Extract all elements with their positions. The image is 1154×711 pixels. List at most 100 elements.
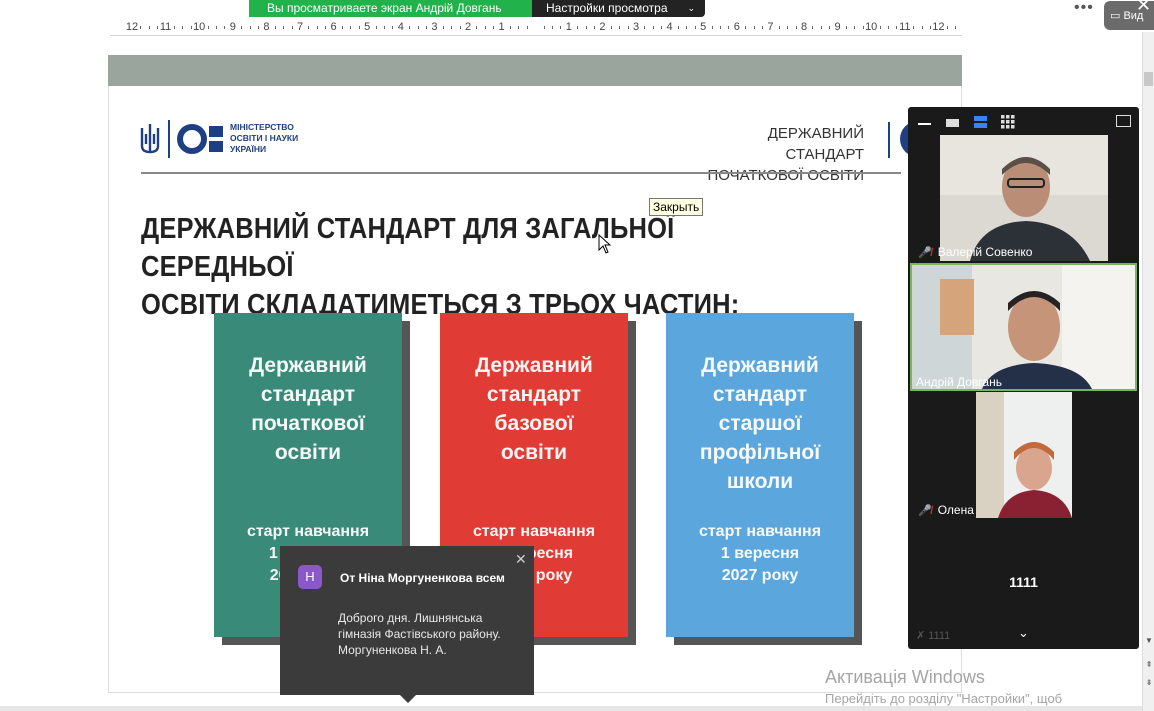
- ruler-tick: [426, 26, 427, 29]
- scroll-thumb[interactable]: [1144, 72, 1153, 86]
- ruler-tick: [594, 26, 595, 29]
- ruler-tick: [409, 26, 411, 29]
- card-title-line: стандарт: [260, 383, 356, 406]
- minimize-icon[interactable]: [918, 123, 931, 125]
- ruler-tick: [795, 26, 797, 29]
- card-title-line: освіти: [500, 441, 568, 464]
- standard-card-senior: Державний стандарт старшої профільної шк…: [666, 313, 862, 645]
- ruler-label: 11: [159, 21, 172, 33]
- ruler-label: 5: [364, 21, 371, 33]
- participant-name: Валерій Совенко: [937, 245, 1033, 259]
- ruler-tick: [392, 26, 394, 29]
- card-title-line: стандарт: [486, 383, 582, 406]
- ruler-tick: [955, 26, 957, 29]
- ruler-tick: [283, 26, 285, 29]
- ruler-tick: [711, 26, 713, 29]
- ruler-label: 2: [599, 21, 606, 33]
- card-title-line: Державний: [475, 354, 593, 377]
- ruler-label: 4: [397, 21, 404, 33]
- vertical-scrollbar[interactable]: ▼ ⇞ ⇟: [1142, 32, 1154, 711]
- view-settings-button[interactable]: Настройки просмотра ⌄: [532, 0, 705, 17]
- ruler-tick: [493, 26, 495, 29]
- ruler-tick: [274, 26, 276, 29]
- ruler-tick: [820, 26, 822, 29]
- ruler-tick: [157, 26, 159, 29]
- chat-notification[interactable]: Н От Ніна Моргуненкова всем ✕ Доброго дн…: [280, 546, 534, 703]
- ruler-label: 8: [800, 21, 808, 33]
- pop-out-icon[interactable]: [1116, 115, 1131, 127]
- card-body: Державний стандарт старшої профільної шк…: [666, 313, 854, 637]
- strip-view-icon[interactable]: [974, 116, 987, 129]
- ruler-tick: [190, 26, 192, 29]
- card-title-line: старшої: [718, 412, 802, 435]
- participant-name-label: 🎤̸ Валерій Совенко: [918, 245, 1032, 259]
- header-divider: [141, 172, 901, 174]
- speaker-view-icon[interactable]: [946, 119, 959, 127]
- ruler-tick: [316, 26, 318, 29]
- participant-name: Олена: [937, 503, 974, 517]
- ruler-tick: [930, 26, 931, 29]
- ministry-logo-icon: [177, 124, 223, 154]
- ruler-tick: [846, 26, 847, 29]
- trident-icon: [140, 124, 160, 154]
- ruler-tick: [342, 26, 343, 29]
- ruler-label: 3: [632, 21, 640, 33]
- chat-pointer: [400, 695, 416, 703]
- ruler-tick: [678, 26, 679, 29]
- ruler-tick: [552, 26, 553, 29]
- ruler-tick: [762, 26, 763, 29]
- ruler-tick: [484, 26, 486, 29]
- ruler-tick: [652, 26, 654, 29]
- ruler-tick: [148, 26, 150, 29]
- participant-tile[interactable]: 🎤̸ Валерій Совенко: [910, 135, 1137, 261]
- ruler-tick: [207, 26, 209, 29]
- chevron-down-icon: ⌄: [687, 3, 695, 13]
- slide-heading: ДЕРЖАВНИЙ СТАНДАРТ ДЛЯ ЗАГАЛЬНОЇ СЕРЕДНЬ…: [141, 210, 810, 324]
- ruler-label: 10: [193, 21, 206, 33]
- screen-share-banner: Вы просматриваете экран Андрій Довгань Н…: [249, 0, 705, 17]
- ruler-label: 12: [932, 21, 945, 33]
- more-options-icon[interactable]: •••: [1074, 0, 1094, 17]
- ruler-label: 1: [498, 21, 505, 33]
- standard-header-line1: ДЕРЖАВНИЙ СТАНДАРТ: [767, 125, 864, 163]
- close-icon[interactable]: ✕: [515, 551, 527, 568]
- ruler-tick: [417, 26, 419, 29]
- gallery-view-icon[interactable]: [1001, 115, 1015, 129]
- close-icon[interactable]: ✕: [1136, 0, 1151, 16]
- ruler-tick: [921, 26, 923, 29]
- heading-line1: ДЕРЖАВНИЙ СТАНДАРТ ДЛЯ ЗАГАЛЬНОЇ СЕРЕДНЬ…: [141, 213, 675, 283]
- page-up-icon[interactable]: ⇞: [1144, 660, 1154, 669]
- ruler-tick: [644, 26, 646, 29]
- ruler-tick: [476, 26, 478, 29]
- participant-tile-no-video[interactable]: 1111: [910, 521, 1137, 626]
- ruler-tick: [451, 26, 453, 29]
- ruler-tick: [946, 26, 948, 29]
- ruler-tick: [694, 26, 696, 29]
- ruler-label: 6: [330, 21, 337, 33]
- ruler-tick: [720, 26, 721, 29]
- participant-video: [940, 135, 1108, 261]
- participant-video: [912, 265, 1135, 389]
- mic-muted-icon: ✗: [916, 630, 929, 642]
- ruler-tick: [745, 26, 747, 29]
- ruler-label: 12: [125, 21, 139, 33]
- close-tooltip: Закрыть: [649, 198, 704, 216]
- ruler-tick: [182, 26, 184, 29]
- ruler-label: 2: [464, 21, 472, 33]
- participant-tile-active[interactable]: Андрій Довгань: [910, 263, 1137, 391]
- page-down-icon[interactable]: ⇟: [1144, 678, 1154, 687]
- ruler-label: 7: [767, 21, 774, 33]
- participant-video: [976, 392, 1072, 518]
- ruler-tick: [862, 26, 864, 29]
- ruler-label: 1: [565, 21, 572, 33]
- participant-tile[interactable]: 🎤̸ Олена: [910, 392, 1137, 520]
- card-title-line: профільної: [699, 441, 821, 464]
- bottom-status-bar: [0, 706, 1142, 711]
- ruler-tick: [896, 26, 898, 29]
- horizontal-ruler: 12 11 10 9 8 7 6 5 4 3 2 1 1 2 3 4 5 6 7 8 9 10 11 12: [110, 19, 962, 36]
- ruler-tick: [350, 26, 352, 29]
- ruler-tick: [879, 26, 881, 29]
- scroll-down-arrow-icon[interactable]: ▼: [1144, 636, 1154, 645]
- ruler-tick: [753, 26, 755, 29]
- ruler-tick: [526, 26, 528, 29]
